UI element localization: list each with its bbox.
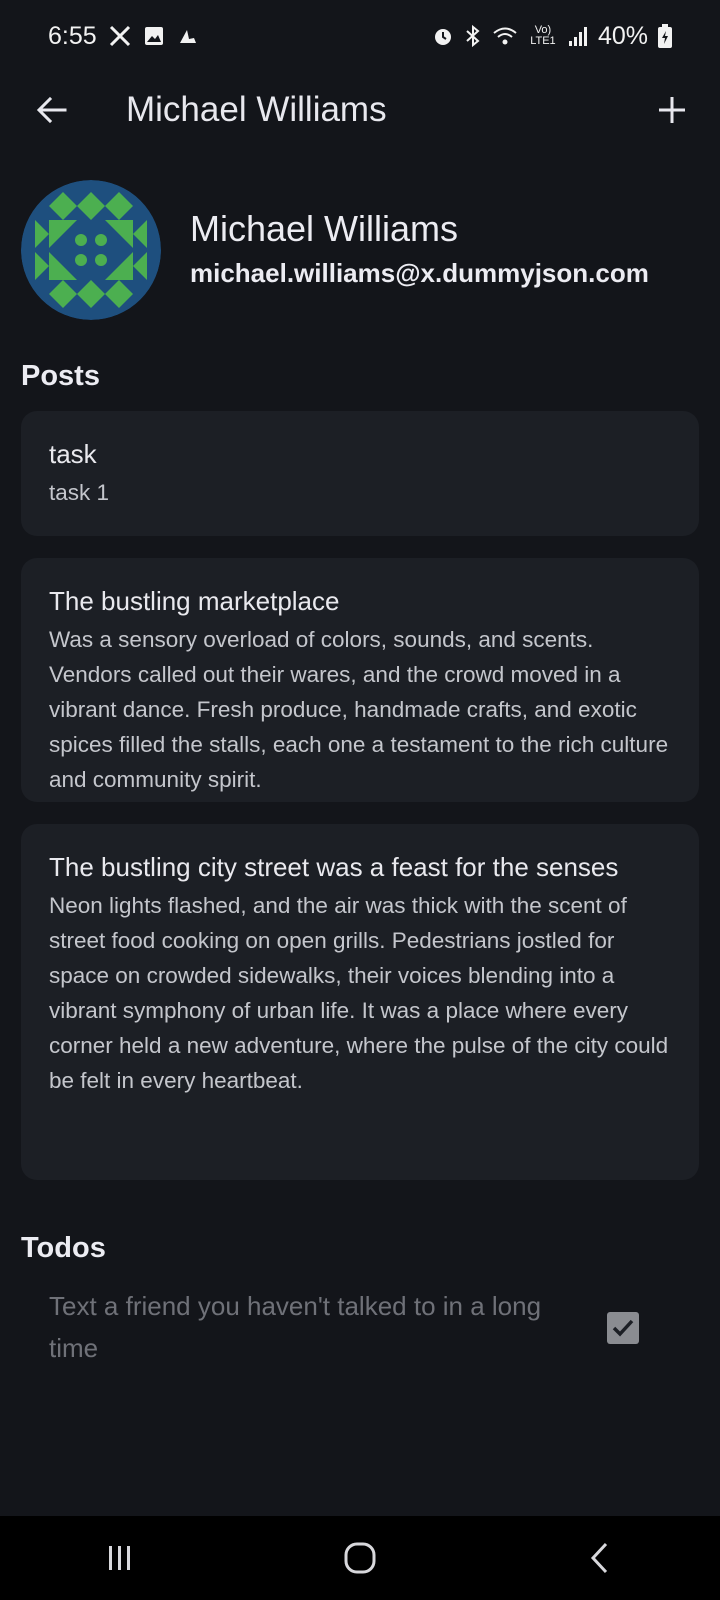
recents-button[interactable]	[80, 1528, 160, 1588]
x-icon	[109, 25, 131, 47]
post-body: task 1	[49, 480, 110, 505]
status-time: 6:55	[48, 21, 97, 50]
post-body: Was a sensory overload of colors, sounds…	[49, 627, 669, 792]
alarm-icon	[432, 25, 454, 47]
posts-section-title: Posts	[21, 360, 100, 392]
app-bar: Michael Williams	[0, 78, 720, 142]
nav-back-button[interactable]	[560, 1528, 640, 1588]
todos-section-title: Todos	[21, 1232, 106, 1264]
profile-name: Michael Williams	[190, 208, 459, 249]
gallery-icon	[143, 25, 165, 47]
signal-icon	[568, 25, 588, 47]
post-title: task	[49, 439, 97, 469]
avatar	[21, 180, 161, 320]
status-bar: 6:55 Vo) LTE1 40%	[0, 0, 720, 72]
status-left: 6:55	[48, 22, 199, 51]
profile-email: michael.williams@x.dummyjson.com	[190, 258, 649, 288]
wifi-icon	[492, 25, 518, 47]
system-nav-bar	[0, 1516, 720, 1600]
post-title: The bustling marketplace	[49, 586, 340, 616]
back-button[interactable]	[28, 86, 76, 134]
recents-icon	[109, 1546, 130, 1570]
post-card[interactable]: The bustling marketplace Was a sensory o…	[21, 558, 699, 802]
post-card[interactable]: The bustling city street was a feast for…	[21, 824, 699, 1180]
todo-checkbox[interactable]	[607, 1312, 639, 1344]
check-icon	[612, 1319, 634, 1337]
page-title: Michael Williams	[126, 90, 387, 129]
plus-icon	[659, 97, 685, 123]
battery-percent: 40%	[597, 21, 648, 50]
home-button[interactable]	[320, 1528, 400, 1588]
todo-item-text: Text a friend you haven't talked to in a…	[49, 1291, 542, 1363]
status-right: Vo) LTE1 40%	[432, 22, 672, 51]
post-body: Neon lights flashed, and the air was thi…	[49, 893, 669, 1093]
back-icon	[590, 1542, 608, 1574]
add-button[interactable]	[648, 86, 696, 134]
home-icon	[344, 1542, 376, 1574]
weather-icon	[177, 25, 199, 47]
battery-icon	[658, 24, 672, 48]
post-card[interactable]: task task 1	[21, 411, 699, 536]
arrow-back-icon	[36, 96, 67, 124]
volte-label: Vo) LTE1	[530, 24, 556, 47]
volte-icon: Vo) LTE1	[528, 25, 558, 47]
bluetooth-icon	[464, 24, 482, 48]
post-title: The bustling city street was a feast for…	[49, 852, 619, 882]
